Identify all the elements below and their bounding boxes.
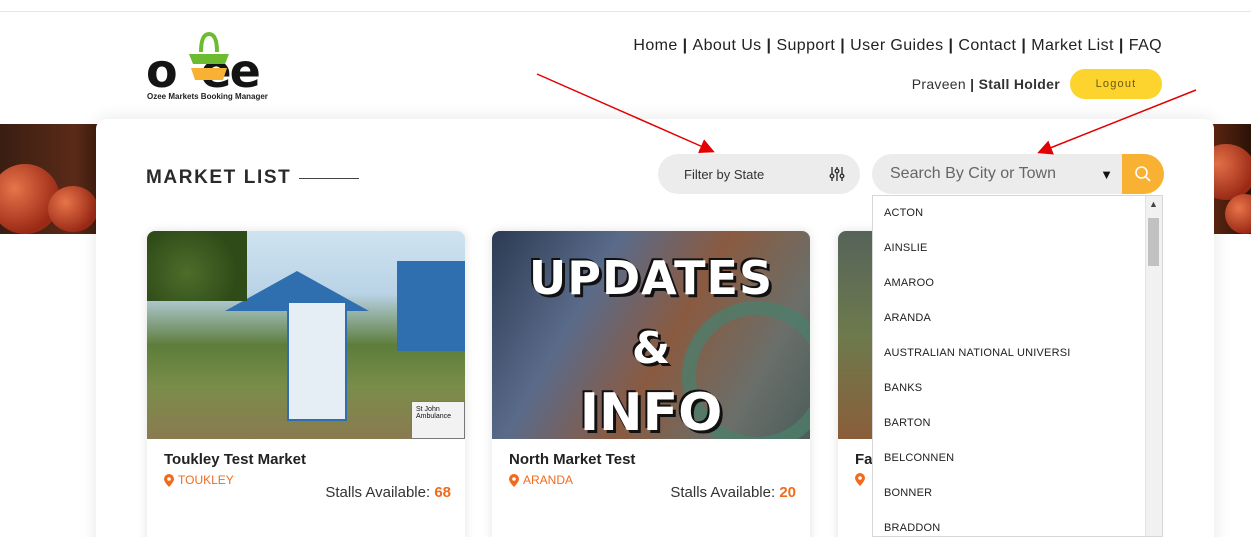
shopping-bag-icon xyxy=(189,31,229,80)
map-pin-icon xyxy=(164,473,174,487)
market-name[interactable]: Fa xyxy=(855,451,873,468)
filter-label: Filter by State xyxy=(684,166,765,182)
dropdown-caret-icon[interactable]: ▼ xyxy=(1097,167,1116,182)
image-overlay-text: INFO xyxy=(579,383,723,439)
nav-support[interactable]: Support xyxy=(776,37,835,54)
city-dropdown-list[interactable]: ACTON AINSLIE AMAROO ARANDA AUSTRALIAN N… xyxy=(872,195,1163,537)
city-search-input[interactable] xyxy=(872,154,1097,194)
nav-about-us[interactable]: About Us xyxy=(693,37,762,54)
nav-separator: | xyxy=(948,37,954,54)
city-option[interactable]: BELCONNEN xyxy=(873,441,1162,476)
user-separator: | xyxy=(970,76,975,92)
nav-separator: | xyxy=(682,37,688,54)
nav-user-guides[interactable]: User Guides xyxy=(850,37,943,54)
search-icon xyxy=(1135,166,1151,182)
user-info: Praveen | Stall Holder Logout xyxy=(912,69,1162,99)
city-option[interactable]: ACTON xyxy=(873,196,1162,231)
image-overlay-text: & xyxy=(631,323,671,374)
market-image: St John Ambulance xyxy=(147,231,465,439)
market-card[interactable]: St John Ambulance Toukley Test Market TO… xyxy=(147,231,465,537)
scrollbar-thumb[interactable] xyxy=(1148,218,1159,266)
market-name[interactable]: North Market Test xyxy=(509,451,635,468)
nav-separator: | xyxy=(1118,37,1124,54)
map-pin-icon xyxy=(855,473,865,486)
nav-separator: | xyxy=(1021,37,1027,54)
market-location: ARANDA xyxy=(509,473,573,487)
logo-tagline: Ozee Markets Booking Manager xyxy=(147,92,268,101)
market-image: UPDATES & INFO xyxy=(492,231,810,439)
logout-button[interactable]: Logout xyxy=(1070,69,1162,99)
image-overlay-text: UPDATES xyxy=(528,251,774,305)
site-logo[interactable]: ozee Ozee Markets Booking Manager xyxy=(146,30,316,102)
city-option[interactable]: BRADDON xyxy=(873,511,1162,536)
filter-by-state-select[interactable]: Filter by State xyxy=(658,154,860,194)
city-option[interactable]: AUSTRALIAN NATIONAL UNIVERSI xyxy=(873,336,1162,371)
city-search: ▼ xyxy=(872,154,1164,194)
market-location: TOUKLEY xyxy=(164,473,234,487)
sliders-icon xyxy=(829,167,845,181)
nav-contact[interactable]: Contact xyxy=(958,37,1016,54)
main-nav: Home | About Us | Support | User Guides | Contac… xyxy=(633,37,1162,55)
nav-separator: | xyxy=(766,37,772,54)
nav-market-list[interactable]: Market List xyxy=(1031,37,1114,54)
city-option[interactable]: ARANDA xyxy=(873,301,1162,336)
stalls-available: Stalls Available: 20 xyxy=(670,484,796,501)
city-option[interactable]: BONNER xyxy=(873,476,1162,511)
market-name[interactable]: Toukley Test Market xyxy=(164,451,306,468)
page-title: MARKET LIST xyxy=(146,167,360,189)
market-card[interactable]: UPDATES & INFO North Market Test ARANDA … xyxy=(492,231,810,537)
nav-faq[interactable]: FAQ xyxy=(1129,37,1162,54)
scroll-up-arrow-icon[interactable]: ▲ xyxy=(1145,196,1162,213)
search-button[interactable] xyxy=(1122,154,1164,194)
stalls-available: Stalls Available: 68 xyxy=(325,484,451,501)
city-option[interactable]: BANKS xyxy=(873,371,1162,406)
nav-home[interactable]: Home xyxy=(633,37,677,54)
stalls-count: 20 xyxy=(779,484,796,501)
map-pin-icon xyxy=(509,473,519,487)
nav-separator: | xyxy=(840,37,846,54)
user-name: Praveen xyxy=(911,76,966,92)
market-location xyxy=(855,473,865,486)
stalls-count: 68 xyxy=(434,484,451,501)
user-role: Stall Holder xyxy=(978,76,1060,92)
city-option[interactable]: AINSLIE xyxy=(873,231,1162,266)
top-divider xyxy=(0,11,1251,12)
city-option[interactable]: AMAROO xyxy=(873,266,1162,301)
city-option[interactable]: BARTON xyxy=(873,406,1162,441)
